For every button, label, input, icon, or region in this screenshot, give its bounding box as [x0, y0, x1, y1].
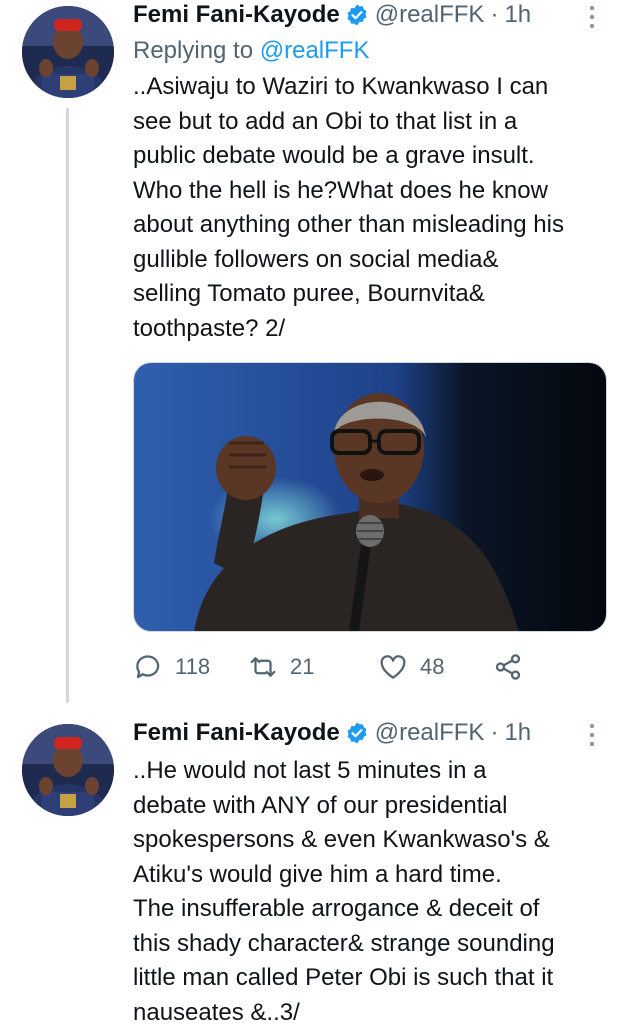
- author-name[interactable]: Femi Fani-Kayode: [133, 719, 340, 747]
- tweet-content: Femi Fani-Kayode @realFFK · 1h ..He woul…: [133, 718, 608, 1024]
- replying-to-label: Replying to: [133, 37, 260, 64]
- reply-count: 118: [175, 654, 211, 679]
- separator-dot: ·: [490, 1, 499, 28]
- separator-dot: ·: [490, 719, 499, 746]
- tweet-photo[interactable]: [133, 362, 607, 632]
- retweet-button[interactable]: 21: [248, 652, 378, 682]
- tweet-text: ..Asiwaju to Waziri to Kwankwaso I can s…: [133, 73, 564, 342]
- profile-photo-icon: [22, 6, 114, 98]
- share-icon: [495, 654, 521, 680]
- author-name[interactable]: Femi Fani-Kayode: [133, 1, 340, 29]
- like-count: 48: [420, 654, 445, 679]
- verified-badge-icon: [347, 4, 367, 26]
- replying-to: Replying to @realFFK: [133, 36, 608, 66]
- tweet-text: ..He would not last 5 minutes in a debat…: [133, 757, 555, 1024]
- tweet-header: Femi Fani-Kayode @realFFK · 1h: [133, 0, 608, 30]
- more-options-icon[interactable]: [588, 4, 596, 30]
- tweet-timestamp[interactable]: 1h: [504, 1, 531, 29]
- profile-photo-icon: [22, 724, 114, 816]
- author-handle[interactable]: @realFFK: [375, 1, 485, 29]
- tweet[interactable]: Femi Fani-Kayode @realFFK · 1h ..He woul…: [0, 708, 628, 1024]
- retweet-icon: [250, 657, 276, 677]
- more-options-icon[interactable]: [588, 722, 596, 748]
- like-button[interactable]: 48: [378, 652, 493, 682]
- avatar[interactable]: [22, 6, 114, 98]
- reply-icon: [136, 655, 160, 679]
- replying-to-mention[interactable]: @realFFK: [260, 37, 370, 64]
- tweet-actions: 118 21 48: [133, 650, 523, 684]
- verified-badge-icon: [347, 722, 367, 744]
- tweet-header: Femi Fani-Kayode @realFFK · 1h: [133, 718, 608, 748]
- share-button[interactable]: [493, 652, 523, 682]
- heart-icon: [380, 655, 406, 679]
- retweet-count: 21: [290, 654, 315, 679]
- photo-image: [134, 363, 606, 631]
- tweet-content: Femi Fani-Kayode @realFFK · 1h Replying …: [133, 0, 608, 346]
- avatar[interactable]: [22, 724, 114, 816]
- tweet[interactable]: Femi Fani-Kayode @realFFK · 1h Replying …: [0, 0, 628, 708]
- author-handle[interactable]: @realFFK: [375, 719, 485, 747]
- reply-button[interactable]: 118: [133, 652, 248, 682]
- tweet-timestamp[interactable]: 1h: [504, 719, 531, 747]
